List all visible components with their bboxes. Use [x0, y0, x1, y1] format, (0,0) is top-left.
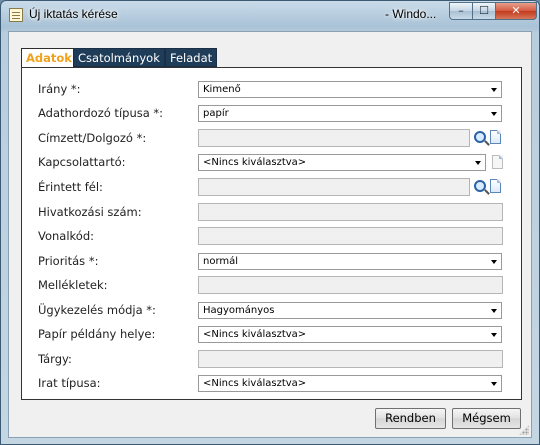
hivatkozasi-field[interactable]: [198, 203, 503, 221]
mellekletek-field[interactable]: [198, 276, 503, 294]
irat-tipusa-select[interactable]: <Nincs kiválasztva>: [198, 375, 502, 392]
chevron-down-icon: [491, 112, 497, 116]
tab-csatolmanyok[interactable]: Csatolmányok: [73, 48, 165, 67]
new-document-icon[interactable]: [490, 130, 501, 144]
cimzett-field[interactable]: [198, 129, 470, 147]
kapcsolattarto-value: <Nincs kiválasztva>: [203, 157, 307, 168]
vonalkod-field[interactable]: [198, 227, 503, 245]
dialog-window: Új iktatás kérése - Windo... – ☐ ✕ Adato…: [0, 0, 540, 445]
minimize-button[interactable]: –: [449, 2, 473, 20]
prioritas-label: Prioritás *:: [38, 254, 99, 268]
prioritas-select[interactable]: normál: [198, 253, 502, 270]
papir-helye-value: <Nincs kiválasztva>: [203, 329, 307, 340]
document-icon: [9, 8, 23, 22]
adathordozo-value: papír: [203, 108, 229, 119]
mellekletek-label: Mellékletek:: [38, 278, 108, 292]
dialog-body: Adatok Csatolmányok Feladat Irány *: Kim…: [8, 31, 532, 438]
chevron-down-icon: [475, 161, 481, 165]
chevron-down-icon: [491, 333, 497, 337]
vonalkod-label: Vonalkód:: [38, 229, 95, 243]
ugykezeles-label: Ügykezelés módja *:: [38, 303, 156, 317]
ugykezeles-select[interactable]: Hagyományos: [198, 302, 502, 319]
ok-button[interactable]: Rendben: [375, 408, 446, 429]
new-document-icon[interactable]: [490, 179, 501, 193]
irany-label: Irány *:: [38, 82, 81, 96]
chevron-down-icon: [491, 382, 497, 386]
cimzett-label: Címzett/Dolgozó *:: [38, 131, 147, 145]
cancel-button[interactable]: Mégsem: [452, 408, 521, 429]
irany-select[interactable]: Kimenő: [198, 81, 502, 98]
adathordozo-select[interactable]: papír: [198, 105, 502, 122]
irat-tipusa-value: <Nincs kiválasztva>: [203, 378, 307, 389]
title-bar[interactable]: Új iktatás kérése - Windo... – ☐ ✕: [1, 1, 539, 31]
ugykezeles-value: Hagyományos: [203, 305, 275, 316]
tab-adatok[interactable]: Adatok: [21, 48, 77, 68]
maximize-button[interactable]: ☐: [472, 2, 496, 20]
adathordozo-label: Adathordozó típusa *:: [38, 106, 164, 120]
targy-label: Tárgy:: [38, 352, 72, 366]
window-title: Új iktatás kérése: [29, 7, 118, 21]
papir-helye-label: Papír példány helye:: [38, 327, 156, 341]
search-icon[interactable]: [474, 180, 486, 192]
kapcsolattarto-label: Kapcsolattartó:: [38, 155, 126, 169]
close-button[interactable]: ✕: [495, 2, 537, 20]
erintett-field[interactable]: [198, 178, 470, 196]
hivatkozasi-label: Hivatkozási szám:: [38, 205, 142, 219]
form-panel: Irány *: Kimenő Adathordozó típusa *: pa…: [21, 67, 522, 400]
kapcsolattarto-select[interactable]: <Nincs kiválasztva>: [198, 154, 486, 171]
chevron-down-icon: [491, 260, 497, 264]
erintett-label: Érintett fél:: [38, 180, 103, 194]
window-title-suffix: - Windo...: [385, 7, 437, 21]
search-icon[interactable]: [474, 131, 486, 143]
irat-tipusa-label: Irat típusa:: [38, 376, 101, 390]
tab-feladat[interactable]: Feladat: [165, 48, 218, 67]
irany-value: Kimenő: [203, 84, 241, 95]
chevron-down-icon: [491, 309, 497, 313]
papir-helye-select[interactable]: <Nincs kiválasztva>: [198, 326, 502, 343]
targy-field[interactable]: [198, 350, 503, 368]
new-document-icon: [492, 155, 503, 169]
chevron-down-icon: [491, 88, 497, 92]
prioritas-value: normál: [203, 256, 239, 267]
